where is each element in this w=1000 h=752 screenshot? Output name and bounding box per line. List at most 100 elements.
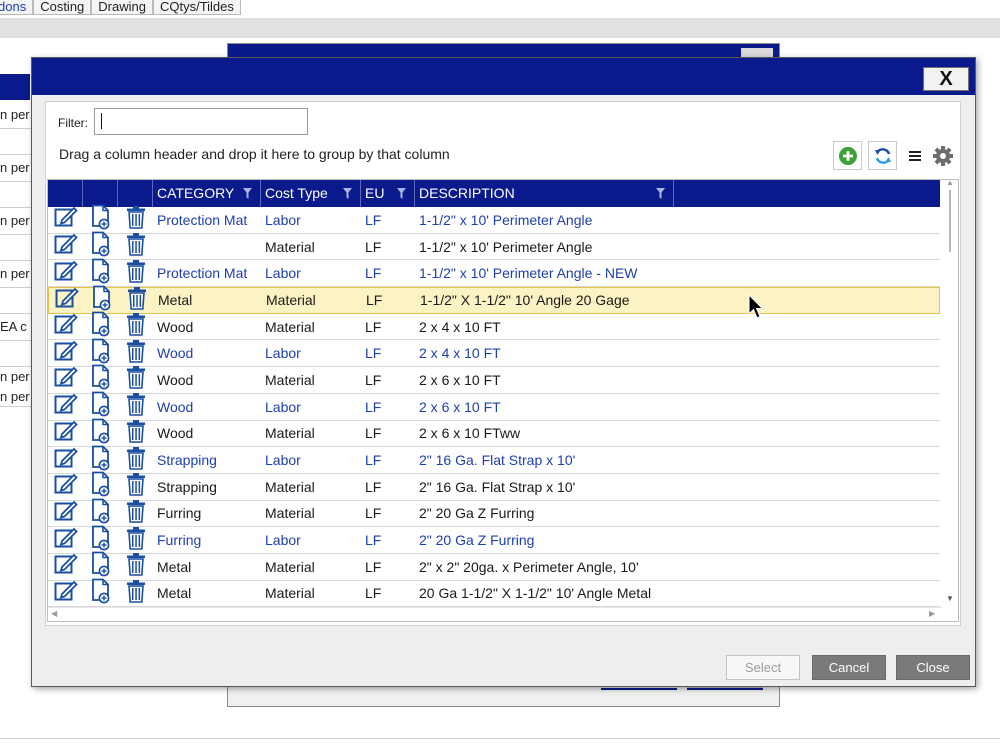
- table-row[interactable]: Metal Material LF 20 Ga 1-1/2" X 1-1/2" 10'…: [48, 578, 940, 608]
- copy-button[interactable]: [83, 258, 118, 286]
- edit-button[interactable]: [48, 207, 83, 233]
- delete-button[interactable]: [118, 393, 153, 420]
- filter-funnel-icon[interactable]: [343, 188, 352, 199]
- copy-button[interactable]: [83, 525, 118, 553]
- delete-button[interactable]: [118, 579, 153, 608]
- filter-input[interactable]: [94, 108, 308, 135]
- cell-eu: LF: [365, 478, 382, 495]
- delete-button[interactable]: [118, 526, 153, 553]
- delete-button[interactable]: [118, 419, 153, 447]
- edit-button[interactable]: [48, 447, 83, 473]
- edit-button[interactable]: [48, 393, 83, 420]
- edit-button[interactable]: [48, 580, 83, 607]
- edit-button[interactable]: [48, 473, 83, 500]
- scroll-down-arrow[interactable]: ▼: [946, 594, 954, 603]
- edit-button[interactable]: [48, 420, 83, 447]
- copy-button[interactable]: [83, 471, 118, 500]
- header-eu[interactable]: EU: [361, 180, 415, 207]
- background-tab[interactable]: CQtys/Tildes: [152, 0, 241, 15]
- copy-button[interactable]: [83, 231, 118, 260]
- header-description[interactable]: DESCRIPTION: [415, 180, 674, 207]
- cell-category: Wood: [157, 398, 194, 415]
- delete-button[interactable]: [118, 553, 153, 580]
- table-row[interactable]: Strapping Material LF 2" 16 Ga. Flat Strap …: [48, 471, 940, 501]
- edit-icon: [54, 553, 78, 580]
- edit-button[interactable]: [48, 313, 83, 340]
- background-row: n per: [0, 261, 34, 288]
- copy-button[interactable]: [83, 311, 118, 340]
- filter-funnel-icon[interactable]: [397, 188, 406, 199]
- dialog-close-button[interactable]: X: [923, 67, 969, 91]
- column-menu-button[interactable]: [904, 143, 926, 168]
- table-row[interactable]: Furring Labor LF 2" 20 Ga Z Furring: [48, 525, 940, 554]
- table-row[interactable]: Wood Labor LF 2 x 6 x 10 FT: [48, 391, 940, 421]
- delete-button[interactable]: [118, 313, 153, 340]
- cell-description: 2" 16 Ga. Flat Strap x 10': [419, 452, 576, 469]
- copy-button[interactable]: [83, 498, 118, 527]
- table-row[interactable]: Furring Material LF 2" 20 Ga Z Furring: [48, 498, 940, 528]
- delete-button[interactable]: [118, 366, 153, 393]
- add-button[interactable]: [833, 141, 862, 170]
- edit-button[interactable]: [48, 527, 83, 553]
- filter-funnel-icon[interactable]: [656, 188, 665, 199]
- copy-button[interactable]: [83, 204, 118, 233]
- cell-cost-type: Material: [265, 585, 315, 602]
- copy-button[interactable]: [83, 551, 118, 580]
- background-tab[interactable]: dons: [0, 0, 34, 15]
- table-row[interactable]: Material LF 1-1/2" x 10' Perimeter Angle: [48, 231, 940, 261]
- scroll-right-arrow[interactable]: ▶: [929, 609, 935, 618]
- vertical-scrollbar[interactable]: ▲ ▼: [942, 180, 958, 607]
- table-row[interactable]: Protection Mat Labor LF 1-1/2" x 10' Perime…: [48, 258, 940, 288]
- copy-button[interactable]: [83, 338, 118, 366]
- horizontal-scrollbar[interactable]: ◀ ▶: [48, 607, 942, 621]
- delete-button[interactable]: [118, 233, 153, 260]
- scrollbar-thumb[interactable]: [949, 190, 951, 252]
- copy-button[interactable]: [84, 285, 119, 313]
- edit-button[interactable]: [49, 287, 84, 313]
- edit-button[interactable]: [48, 340, 83, 366]
- header-category[interactable]: CATEGORY: [153, 180, 261, 207]
- delete-button[interactable]: [118, 499, 153, 527]
- edit-button[interactable]: [48, 367, 83, 393]
- copy-button[interactable]: [83, 365, 118, 393]
- delete-button[interactable]: [119, 286, 154, 313]
- edit-button[interactable]: [48, 500, 83, 527]
- edit-button[interactable]: [48, 260, 83, 286]
- delete-button[interactable]: [118, 206, 153, 233]
- copy-button[interactable]: [83, 418, 118, 447]
- header-copy-column: [83, 180, 118, 207]
- table-row[interactable]: Metal Material LF 1-1/2" X 1-1/2" 10' Angle…: [48, 285, 940, 314]
- edit-button[interactable]: [48, 554, 83, 580]
- background-tab[interactable]: Drawing: [91, 0, 153, 15]
- settings-button[interactable]: [932, 143, 954, 168]
- cell-description: 2 x 4 x 10 FT: [419, 318, 501, 335]
- edit-button[interactable]: [48, 233, 83, 260]
- background-tab[interactable]: Costing: [33, 0, 92, 15]
- scroll-up-arrow[interactable]: ▲: [946, 180, 954, 187]
- copy-button[interactable]: [83, 391, 118, 420]
- filter-funnel-icon[interactable]: [243, 188, 252, 199]
- delete-button[interactable]: [118, 339, 153, 366]
- cell-description: 2" 20 Ga Z Furring: [419, 532, 535, 549]
- select-button[interactable]: Select: [726, 655, 800, 680]
- table-row[interactable]: Metal Material LF 2" x 2" 20ga. x Perimeter…: [48, 551, 940, 581]
- refresh-button[interactable]: [868, 141, 897, 170]
- header-cost-type[interactable]: Cost Type: [261, 180, 361, 207]
- cancel-button[interactable]: Cancel: [812, 655, 886, 680]
- trash-icon: [125, 579, 147, 608]
- cell-eu: LF: [366, 292, 383, 309]
- table-row[interactable]: Wood Labor LF 2 x 4 x 10 FT: [48, 338, 940, 368]
- copy-button[interactable]: [83, 578, 118, 607]
- table-row[interactable]: Strapping Labor LF 2" 16 Ga. Flat Strap x 1…: [48, 445, 940, 474]
- table-row[interactable]: Wood Material LF 2 x 6 x 10 FT: [48, 365, 940, 394]
- table-row[interactable]: Protection Mat Labor LF 1-1/2" x 10' Perime…: [48, 204, 940, 234]
- delete-button[interactable]: [118, 473, 153, 500]
- edit-icon: [54, 313, 78, 340]
- delete-button[interactable]: [118, 446, 153, 473]
- copy-button[interactable]: [83, 445, 118, 473]
- delete-button[interactable]: [118, 259, 153, 286]
- scroll-left-arrow[interactable]: ◀: [51, 609, 57, 618]
- table-row[interactable]: Wood Material LF 2 x 6 x 10 FTww: [48, 418, 940, 448]
- close-button[interactable]: Close: [896, 655, 970, 680]
- table-row[interactable]: Wood Material LF 2 x 4 x 10 FT: [48, 311, 940, 341]
